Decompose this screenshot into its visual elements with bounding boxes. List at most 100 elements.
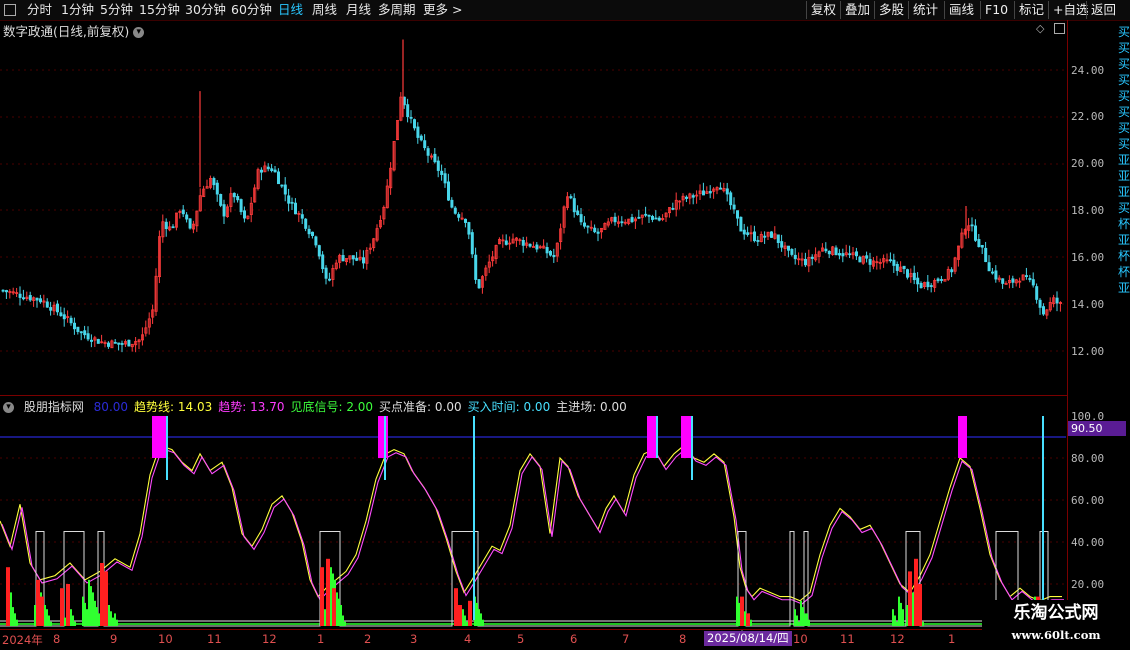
price-tick: 20.00 bbox=[1071, 157, 1105, 170]
main-entry-bar bbox=[746, 613, 750, 626]
candle-body bbox=[916, 277, 920, 285]
candle-body bbox=[950, 269, 954, 273]
main-entry-bar bbox=[918, 584, 922, 626]
candle-body bbox=[994, 270, 998, 280]
candle-body bbox=[504, 240, 508, 245]
time-tick: 2024年 bbox=[2, 633, 43, 647]
signal-block bbox=[958, 416, 967, 458]
candle-body bbox=[39, 298, 43, 303]
bottom-signal-bar bbox=[34, 605, 36, 626]
candle-body bbox=[974, 225, 978, 241]
indicator-tick: 60.00 bbox=[1071, 494, 1105, 507]
main-entry-bar bbox=[914, 558, 918, 626]
axis-divider bbox=[0, 629, 1068, 630]
candle-body bbox=[651, 216, 655, 220]
bottom-signal-bar bbox=[906, 605, 908, 626]
candle-body bbox=[419, 135, 423, 141]
candle-body bbox=[824, 248, 828, 252]
candle-body bbox=[545, 247, 549, 254]
trend-line-yellow bbox=[0, 444, 1062, 602]
main-entry-bar bbox=[60, 588, 64, 626]
candle-body bbox=[361, 257, 365, 264]
candle-body bbox=[426, 148, 430, 156]
main-entry-bar bbox=[6, 567, 10, 626]
bottom-signal-bar bbox=[72, 615, 74, 626]
candle-body bbox=[736, 210, 740, 219]
indicator-tick: 20.00 bbox=[1071, 578, 1105, 591]
candle-body bbox=[708, 191, 712, 194]
candle-body bbox=[787, 245, 791, 251]
bottom-signal-bar bbox=[82, 596, 84, 626]
main-entry-bar bbox=[100, 563, 104, 626]
candle-body bbox=[236, 196, 240, 201]
candle-body bbox=[321, 254, 325, 270]
candle-body bbox=[266, 166, 270, 170]
legend-item-2: 趋势: 13.70 bbox=[218, 400, 285, 414]
main-entry-bar bbox=[36, 579, 40, 626]
candle-body bbox=[293, 202, 297, 215]
candle-body bbox=[28, 295, 32, 301]
legend-item-4: 买点准备: 0.00 bbox=[379, 400, 462, 414]
candle-body bbox=[1038, 299, 1042, 308]
time-tick: 5 bbox=[517, 632, 525, 646]
bottom-signal-bar bbox=[96, 607, 98, 626]
bottom-signal-bar bbox=[476, 602, 478, 626]
candle-body bbox=[1025, 275, 1029, 277]
collapse-icon[interactable]: ▾ bbox=[3, 402, 14, 413]
signal-block bbox=[152, 416, 166, 458]
candle-body bbox=[919, 282, 923, 289]
candle-body bbox=[725, 188, 729, 195]
indicator-tick: 40.00 bbox=[1071, 536, 1105, 549]
bottom-signal-bar bbox=[110, 611, 112, 626]
candle-body bbox=[62, 314, 66, 320]
candle-body bbox=[351, 255, 355, 260]
bottom-signal-bar bbox=[14, 613, 16, 626]
candle-body bbox=[276, 171, 280, 185]
bottom-signal-bar bbox=[342, 615, 344, 626]
trend-line-magenta bbox=[1, 447, 1064, 605]
candle-body bbox=[790, 248, 794, 255]
watermark-url: www.60lt.com bbox=[1011, 628, 1101, 642]
candle-body bbox=[987, 262, 991, 272]
candle-body bbox=[467, 222, 471, 235]
candle-body bbox=[215, 182, 219, 195]
candle-body bbox=[528, 243, 532, 247]
bottom-signal-bar bbox=[900, 602, 902, 626]
candle-body bbox=[644, 213, 648, 216]
bottom-signal-bar bbox=[892, 609, 894, 626]
price-tick: 22.00 bbox=[1071, 110, 1105, 123]
time-tick: 2 bbox=[364, 632, 372, 646]
legend-item-3: 见底信号: 2.00 bbox=[290, 400, 374, 414]
bottom-signal-bar bbox=[74, 621, 76, 626]
candle-body bbox=[446, 181, 450, 201]
watermark: 乐淘公式网 www.60lt.com bbox=[982, 600, 1130, 650]
bottom-signal-bar bbox=[894, 615, 896, 626]
time-tick: 10 bbox=[793, 632, 808, 646]
time-tick: 8 bbox=[53, 632, 61, 646]
candle-body bbox=[474, 254, 478, 280]
candle-body bbox=[436, 160, 440, 171]
candle-body bbox=[412, 119, 416, 129]
candle-body bbox=[991, 271, 995, 274]
candle-body bbox=[406, 104, 410, 118]
signal-block bbox=[378, 416, 388, 458]
candle-body bbox=[521, 239, 525, 246]
bottom-signal-bar bbox=[922, 621, 924, 626]
panel-divider bbox=[0, 395, 1068, 396]
candle-body bbox=[804, 258, 808, 266]
candle-body bbox=[188, 218, 192, 229]
bottom-signal-bar bbox=[324, 609, 326, 626]
candle-body bbox=[416, 126, 420, 138]
candle-body bbox=[317, 245, 321, 257]
candle-body bbox=[936, 278, 940, 282]
candle-body bbox=[239, 199, 243, 213]
candle-body bbox=[73, 322, 77, 330]
candle-body bbox=[739, 216, 743, 232]
time-tick: 7 bbox=[622, 632, 630, 646]
stock-chart[interactable] bbox=[0, 0, 1130, 650]
candle-body bbox=[593, 227, 597, 233]
bottom-signal-bar bbox=[738, 602, 740, 626]
main-entry-bar bbox=[468, 600, 472, 626]
bottom-signal-bar bbox=[750, 619, 752, 626]
candle-body bbox=[756, 239, 760, 242]
